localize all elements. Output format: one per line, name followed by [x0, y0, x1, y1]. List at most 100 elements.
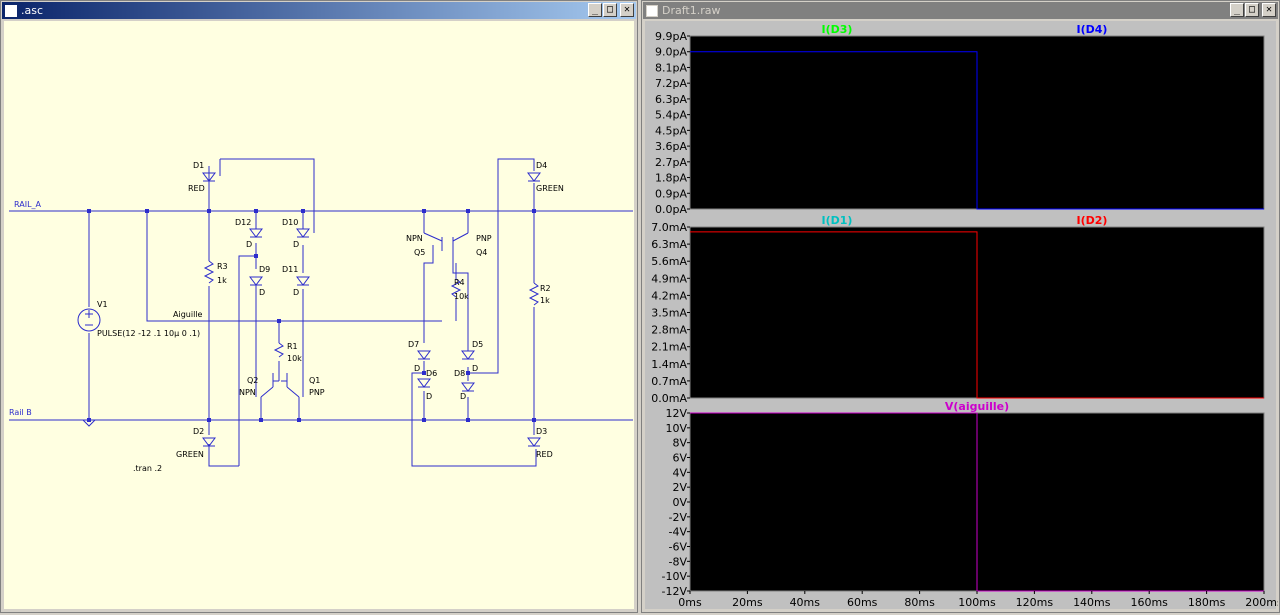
y-tick-label: 10V [665, 422, 687, 435]
schematic-drawing[interactable]: RAIL_A Rail B Aiguille D1 RED D2 GREEN D… [4, 21, 636, 611]
r2-value: 1k [540, 296, 550, 305]
d5-value: D [472, 364, 478, 373]
r1-value: 10k [287, 354, 302, 363]
d7-ref: D7 [408, 340, 419, 349]
x-tick-label: 0ms [678, 596, 702, 609]
v1-value: PULSE(12 -12 .1 10µ 0 .1) [97, 329, 200, 338]
d11-ref: D11 [282, 265, 298, 274]
y-tick-label: 3.6pA [655, 140, 687, 153]
r3-value: 1k [217, 276, 227, 285]
waveform-title-bar[interactable]: Draft1.raw _ □ ✕ [643, 2, 1278, 19]
y-tick-label: -4V [669, 526, 688, 539]
d1-ref: D1 [193, 161, 204, 170]
labels: RAIL_A Rail B Aiguille D1 RED D2 GREEN D… [9, 161, 564, 473]
x-tick-label: 140ms [1073, 596, 1111, 609]
y-tick-label: 9.9pA [655, 30, 687, 43]
d8-value: D [460, 392, 466, 401]
rail-a-label: RAIL_A [14, 200, 42, 209]
d4-ref: D4 [536, 161, 547, 170]
y-tick-label: 6V [672, 452, 687, 465]
minimize-button[interactable]: _ [1230, 3, 1244, 17]
y-tick-label: 1.8pA [655, 172, 687, 185]
y-tick-label: 2V [672, 481, 687, 494]
y-tick-label: 4.2mA [651, 289, 687, 302]
schematic-title: .asc [21, 4, 44, 17]
r2-ref: R2 [540, 284, 551, 293]
y-tick-label: -8V [669, 555, 688, 568]
x-tick-label: 180ms [1188, 596, 1226, 609]
trace-label: I(D1) [822, 214, 853, 227]
y-tick-label: 8.1pA [655, 61, 687, 74]
d9-value: D [259, 288, 265, 297]
waveform-plots[interactable]: 9.9pA 9.0pA 8.1pA 7.2pA 6.3pA 5.4pA 4.5pA 3.6pA… [645, 21, 1280, 611]
d10-ref: D10 [282, 218, 298, 227]
y-tick-label: -6V [669, 541, 688, 554]
d5-ref: D5 [472, 340, 483, 349]
y-tick-label: 5.6mA [651, 255, 687, 268]
d7-value: D [414, 364, 420, 373]
d9-ref: D9 [259, 265, 270, 274]
trace-label: I(D4) [1077, 23, 1108, 36]
y-tick-label: -2V [669, 511, 688, 524]
d6-ref: D6 [426, 369, 437, 378]
r4-value: 10k [454, 292, 469, 301]
d10-value: D [293, 240, 299, 249]
y-tick-label: -10V [662, 570, 688, 583]
ltspice-doc-icon [5, 4, 17, 17]
x-tick-label: 40ms [790, 596, 821, 609]
wires [9, 158, 633, 467]
y-tick-label: 4V [672, 466, 687, 479]
y-tick-label: 6.3mA [651, 238, 687, 251]
q2-value: NPN [239, 388, 256, 397]
y-tick-label: 0.7mA [651, 375, 687, 388]
schematic-title-bar[interactable]: .asc _ □ ✕ [2, 2, 636, 19]
y-tick-label: 6.3pA [655, 93, 687, 106]
trace-label: I(D3) [822, 23, 853, 36]
waveform-window[interactable]: Draft1.raw _ □ ✕ 9.9pA 9.0pA 8.1pA 7.2pA 6.3… [641, 0, 1280, 613]
tran-directive: .tran .2 [133, 464, 162, 473]
waveform-title: Draft1.raw [662, 4, 721, 17]
d3-ref: D3 [536, 427, 547, 436]
q1-value: PNP [309, 388, 325, 397]
maximize-button[interactable]: □ [1245, 3, 1259, 17]
v1-ref: V1 [97, 300, 108, 309]
waveform-viewer[interactable]: 9.9pA 9.0pA 8.1pA 7.2pA 6.3pA 5.4pA 4.5pA 3.6pA… [645, 21, 1280, 611]
y-tick-label: 12V [665, 407, 687, 420]
schematic-canvas[interactable]: RAIL_A Rail B Aiguille D1 RED D2 GREEN D… [4, 21, 634, 609]
d12-value: D [246, 240, 252, 249]
maximize-button[interactable]: □ [603, 3, 617, 17]
d6-value: D [426, 392, 432, 401]
y-tick-label: 2.1mA [651, 341, 687, 354]
q1-ref: Q1 [309, 376, 320, 385]
y-tick-label: 1.4mA [651, 358, 687, 371]
y-tick-label: 9.0pA [655, 46, 687, 59]
d3-value: RED [536, 450, 553, 459]
waveform-doc-icon [646, 4, 658, 17]
x-tick-label: 200ms [1245, 596, 1278, 609]
d11-value: D [293, 288, 299, 297]
q4-ref: Q4 [476, 248, 487, 257]
x-tick-label: 100ms [958, 596, 996, 609]
close-button[interactable]: ✕ [1262, 3, 1276, 17]
y-tick-label: 2.8mA [651, 324, 687, 337]
resistor-symbols [203, 260, 540, 358]
y-tick-label: 7.2pA [655, 77, 687, 90]
trace-label: I(D2) [1077, 214, 1108, 227]
d2-ref: D2 [193, 427, 204, 436]
q5-ref: Q5 [414, 248, 425, 257]
minimize-button[interactable]: _ [588, 3, 602, 17]
close-button[interactable]: ✕ [620, 3, 634, 17]
schematic-window[interactable]: .asc _ □ ✕ RAIL_A Rail B Aiguille D1 RED… [0, 0, 638, 613]
r1-ref: R1 [287, 342, 298, 351]
y-tick-label: 3.5mA [651, 307, 687, 320]
y-tick-label: 2.7pA [655, 156, 687, 169]
y-tick-label: 0V [672, 496, 687, 509]
y-tick-label: 8V [672, 437, 687, 450]
q5-value: NPN [406, 234, 423, 243]
x-tick-label: 80ms [904, 596, 935, 609]
y-tick-label: 0.9pA [655, 187, 687, 200]
y-tick-label: 4.5pA [655, 124, 687, 137]
r3-ref: R3 [217, 262, 228, 271]
d4-value: GREEN [536, 184, 564, 193]
y-tick-label: 5.4pA [655, 109, 687, 122]
